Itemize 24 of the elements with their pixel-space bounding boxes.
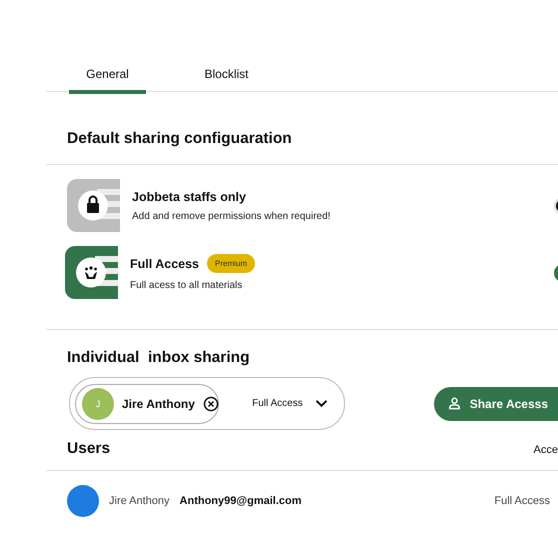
- option-description: Full acess to all materials: [130, 280, 244, 291]
- section-heading: Users: [66, 440, 112, 458]
- access-dropdown[interactable]: Full Access: [252, 398, 303, 409]
- user-email: Anthony99@gmail.com: [180, 495, 302, 507]
- user-chip[interactable]: J Jire Anthony: [75, 384, 219, 424]
- remove-icon[interactable]: [202, 396, 219, 412]
- option-title: Full Access: [130, 256, 200, 270]
- section-heading: Default sharing configuaration: [66, 130, 293, 148]
- column-header: Acce: [534, 444, 558, 456]
- tab[interactable]: Blocklist: [188, 60, 265, 94]
- option-description: Add and remove permissions when required!: [132, 210, 332, 222]
- recipient-field[interactable]: J Jire Anthony Full Access: [69, 377, 345, 430]
- chip-name: Jire Anthony: [122, 396, 195, 410]
- avatar: [67, 485, 99, 517]
- section-heading: Individual inbox sharing: [66, 349, 251, 367]
- user-name: Jire Anthony: [109, 495, 170, 507]
- person-icon: [448, 397, 461, 410]
- user-access: Full Access: [494, 495, 550, 507]
- premium-badge: Premium: [207, 254, 256, 273]
- share-access-button[interactable]: Share Acesss: [434, 386, 558, 420]
- chevron-icon[interactable]: [314, 399, 328, 408]
- avatar: J: [82, 388, 114, 420]
- option-title: Jobbeta staffs only: [132, 190, 246, 204]
- tab[interactable]: General: [69, 60, 146, 94]
